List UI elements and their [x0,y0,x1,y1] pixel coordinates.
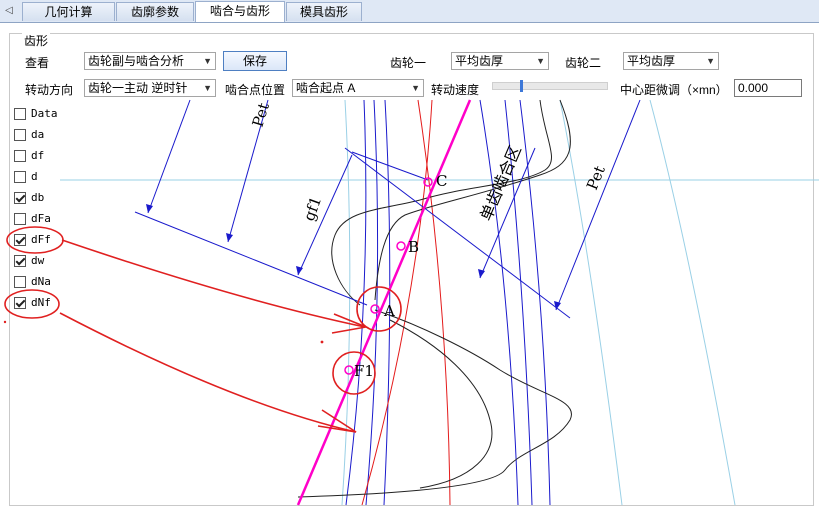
label-pet-left: Pet [249,101,273,130]
center-adjust-label: 中心距微调（×mn） [620,83,728,97]
annotation-arrow-f1 [59,312,357,433]
arrowheads [146,204,561,310]
checkbox-db[interactable] [14,192,26,204]
label-single-mesh-zone: 单齿啮合区 [476,142,525,223]
checkbox-label: d [31,170,38,183]
label-point-b: B [408,238,419,256]
gear1-select-value: 平均齿厚 [455,54,504,68]
checkbox-df[interactable] [14,150,26,162]
checkbox-dna[interactable] [14,276,26,288]
label-gf1: gf1 [300,194,325,223]
red-circle-2 [361,99,433,506]
dimension-lines [134,99,641,319]
mesh-drawing-canvas: C B A F1 Pet Pet gf1 单齿啮合区 [3,99,819,506]
speed-label: 转动速度 [431,83,480,97]
point-b-marker [396,241,406,251]
checkbox-dfa[interactable] [14,213,26,225]
chevron-down-icon: ▼ [706,56,715,66]
rotation-select-value: 齿轮一主动 逆时针 [88,81,188,95]
checkbox-label: dFf [31,233,51,246]
gear2-select[interactable]: 平均齿厚 ▼ [623,52,719,70]
light-circle-left [341,99,351,506]
gear2-label: 齿轮二 [565,56,602,70]
view-label: 查看 [25,56,50,70]
speed-slider-track[interactable] [492,82,608,90]
gear1-label: 齿轮一 [390,56,427,70]
rotation-label: 转动方向 [25,83,74,97]
mesh-point-select-value: 啮合起点 A [296,81,356,95]
chevron-down-icon: ▼ [536,56,545,66]
rotation-select[interactable]: 齿轮一主动 逆时针 ▼ [84,79,216,97]
tooth-profile-lower-2 [389,319,493,489]
gear1-select[interactable]: 平均齿厚 ▼ [451,52,549,70]
center-adjust-input[interactable]: 0.000 [734,79,802,97]
label-point-c: C [436,172,447,190]
mesh-point-select[interactable]: 啮合起点 A ▼ [292,79,424,97]
checkbox-label: df [31,149,45,162]
checkbox-dnf[interactable] [14,297,26,309]
tooth-profile-upper-2 [374,99,571,301]
checkbox-label: Data [31,107,58,120]
checkbox-da[interactable] [14,129,26,141]
save-button[interactable]: 保存 [223,51,287,71]
annotation-dot [320,340,324,344]
chevron-down-icon: ▼ [203,83,212,93]
chevron-down-icon: ▼ [411,83,420,93]
right-base-tangent-line [344,147,571,319]
checkbox-dff[interactable] [14,234,26,246]
checkbox-data[interactable] [14,108,26,120]
checkbox-label: dNa [31,275,51,288]
checkbox-d[interactable] [14,171,26,183]
gear2-select-value: 平均齿厚 [627,54,676,68]
checkbox-label: db [31,191,45,204]
checkbox-label: dFa [31,212,51,225]
chevron-down-icon: ▼ [203,56,212,66]
label-point-a: A [383,302,395,320]
checkbox-label: dw [31,254,45,267]
light-circle-right [559,99,623,506]
mesh-point-label: 啮合点位置 [225,83,286,97]
annotation-arrow-a [61,239,366,328]
label-point-f1: F1 [354,362,374,380]
light-circle-far-right [649,99,736,506]
blue-circle-5 [519,99,551,506]
checkbox-label: da [31,128,45,141]
checkbox-label: dNf [31,296,51,309]
checkbox-dw[interactable] [14,255,26,267]
mesh-points [344,177,433,375]
view-select-value: 齿轮副与啮合分析 [88,54,185,68]
annotation-dot-left [3,320,7,324]
point-a-marker [370,304,380,314]
c-tick-line [351,151,429,181]
pet-right-arrow [555,99,641,311]
speed-slider-thumb[interactable] [520,80,523,92]
view-select[interactable]: 齿轮副与啮合分析 ▼ [84,52,216,70]
light-circles [60,99,819,506]
pet-left-arrow-1 [147,99,191,214]
